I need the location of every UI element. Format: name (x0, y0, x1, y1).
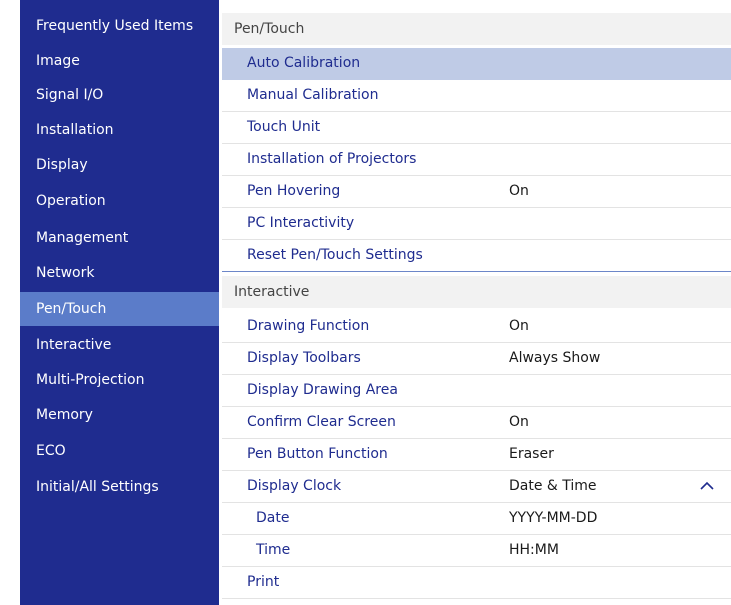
row-label: Time (256, 542, 291, 558)
section-header-pen-touch: Pen/Touch (222, 13, 731, 45)
sidebar-item-pen-touch[interactable]: Pen/Touch (20, 292, 219, 326)
sidebar-item-operation[interactable]: Operation (20, 184, 219, 218)
menu-row-display-drawing-area[interactable]: Display Drawing Area (222, 375, 731, 407)
row-label: Pen Button Function (247, 446, 388, 462)
menu-row-pc-interactivity[interactable]: PC Interactivity (222, 208, 731, 240)
sidebar-item-management[interactable]: Management (20, 221, 219, 255)
menu-row-drawing-function[interactable]: Drawing Function On (222, 311, 731, 343)
menu-row-display-toolbars[interactable]: Display Toolbars Always Show (222, 343, 731, 375)
menu-row-pen-hovering[interactable]: Pen Hovering On (222, 176, 731, 208)
row-value: On (509, 414, 529, 430)
row-label: Display Clock (247, 478, 342, 494)
row-value: Eraser (509, 446, 554, 462)
sidebar-item-image[interactable]: Image (20, 44, 219, 78)
row-value: Always Show (509, 350, 601, 366)
row-value: YYYY-MM-DD (509, 510, 598, 526)
row-label: Manual Calibration (247, 87, 379, 103)
row-label: Confirm Clear Screen (247, 414, 396, 430)
row-value: Date & Time (509, 478, 597, 494)
section-divider (222, 271, 731, 272)
sidebar: Frequently Used Items Image Signal I/O I… (20, 0, 219, 605)
menu-row-installation-of-projectors[interactable]: Installation of Projectors (222, 144, 731, 176)
section-header-interactive: Interactive (222, 276, 731, 308)
row-value: On (509, 183, 529, 199)
row-label: Display Toolbars (247, 350, 361, 366)
row-label: PC Interactivity (247, 215, 355, 231)
sidebar-item-multi-projection[interactable]: Multi-Projection (20, 363, 219, 397)
menu-row-touch-unit[interactable]: Touch Unit (222, 112, 731, 144)
sidebar-item-network[interactable]: Network (20, 256, 219, 290)
menu-row-time[interactable]: Time HH:MM (222, 535, 731, 567)
row-label: Touch Unit (247, 119, 321, 135)
sidebar-item-installation[interactable]: Installation (20, 113, 219, 147)
sidebar-item-interactive[interactable]: Interactive (20, 328, 219, 362)
menu-row-auto-calibration[interactable]: Auto Calibration (222, 48, 731, 80)
row-value: HH:MM (509, 542, 559, 558)
menu-row-manual-calibration[interactable]: Manual Calibration (222, 80, 731, 112)
row-label: Drawing Function (247, 318, 370, 334)
menu-row-print[interactable]: Print (222, 567, 731, 599)
row-label: Print (247, 574, 280, 590)
row-label: Date (256, 510, 290, 526)
sidebar-item-initial-all-settings[interactable]: Initial/All Settings (20, 470, 219, 504)
sidebar-item-display[interactable]: Display (20, 148, 219, 182)
menu-row-pen-button-function[interactable]: Pen Button Function Eraser (222, 439, 731, 471)
chevron-up-icon[interactable] (699, 479, 715, 493)
row-label: Installation of Projectors (247, 151, 417, 167)
sidebar-item-eco[interactable]: ECO (20, 434, 219, 468)
menu-row-display-clock[interactable]: Display Clock Date & Time (222, 471, 731, 503)
sidebar-item-memory[interactable]: Memory (20, 398, 219, 432)
row-value: On (509, 318, 529, 334)
sidebar-item-signal-io[interactable]: Signal I/O (20, 78, 219, 112)
menu-row-date[interactable]: Date YYYY-MM-DD (222, 503, 731, 535)
row-label: Reset Pen/Touch Settings (247, 247, 423, 263)
row-label: Auto Calibration (247, 55, 361, 71)
sidebar-item-frequently-used-items[interactable]: Frequently Used Items (20, 9, 219, 43)
settings-panel: Pen/Touch Auto Calibration Manual Calibr… (222, 0, 731, 605)
menu-row-reset-pen-touch-settings[interactable]: Reset Pen/Touch Settings (222, 240, 731, 272)
menu-row-confirm-clear-screen[interactable]: Confirm Clear Screen On (222, 407, 731, 439)
row-label: Display Drawing Area (247, 382, 398, 398)
row-label: Pen Hovering (247, 183, 341, 199)
